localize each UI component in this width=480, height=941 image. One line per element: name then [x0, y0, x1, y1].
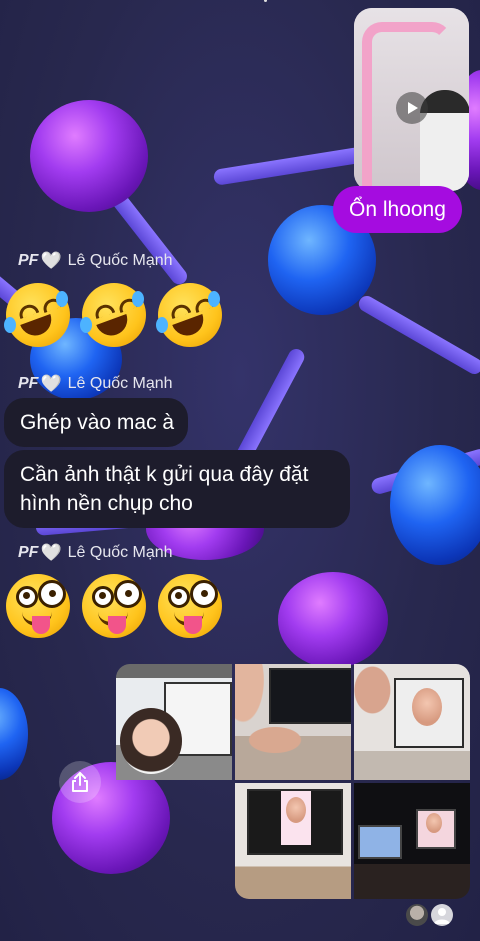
sender-prefix: PF	[18, 544, 39, 561]
outgoing-message-bubble[interactable]: Ổn lhoong	[333, 186, 462, 233]
zany-face-emoji-icon	[158, 574, 222, 638]
sender-label: PF 🤍 Lê Quốc Mạnh	[18, 251, 173, 271]
rofl-emoji-icon	[80, 283, 146, 347]
photo-tile-2[interactable]	[235, 664, 351, 780]
emoji-message[interactable]	[4, 283, 222, 347]
heart-icon: 🤍	[40, 251, 62, 270]
lollipop-candy	[390, 445, 480, 565]
zany-face-emoji-icon	[6, 574, 70, 638]
rofl-emoji-icon	[156, 283, 222, 347]
lollipop-candy	[0, 688, 28, 780]
lollipop-stick	[356, 293, 480, 377]
default-avatar-icon[interactable]	[431, 904, 453, 926]
emoji-message[interactable]	[6, 574, 222, 638]
sender-label: PF 🤍 Lê Quốc Mạnh	[18, 374, 173, 394]
share-icon[interactable]	[59, 761, 101, 803]
photo-tile-4[interactable]	[235, 783, 351, 899]
rofl-emoji-icon	[4, 283, 70, 347]
zany-face-emoji-icon	[82, 574, 146, 638]
lollipop-stick	[212, 146, 364, 186]
heart-icon: 🤍	[40, 543, 62, 562]
play-icon[interactable]	[396, 92, 428, 124]
incoming-message-bubble[interactable]: Cần ảnh thật k gửi qua đây đặt hình nền …	[4, 450, 350, 528]
photo-tile-1[interactable]	[116, 664, 232, 780]
sender-prefix: PF	[18, 252, 39, 269]
sender-name: Lê Quốc Mạnh	[67, 252, 173, 269]
photo-tile-5[interactable]	[354, 783, 470, 899]
photo-grid	[116, 664, 470, 901]
incoming-message-bubble[interactable]: Ghép vào mac à	[4, 398, 189, 447]
lollipop-candy	[30, 100, 148, 212]
sender-name: Lê Quốc Mạnh	[67, 375, 173, 392]
video-message-thumbnail[interactable]	[354, 8, 469, 191]
lollipop-candy	[278, 572, 388, 668]
sender-name: Lê Quốc Mạnh	[67, 544, 173, 561]
sender-label: PF 🤍 Lê Quốc Mạnh	[18, 543, 173, 563]
sender-prefix: PF	[18, 375, 39, 392]
photo-tile-3[interactable]	[354, 664, 470, 780]
heart-icon: 🤍	[40, 374, 62, 393]
seen-avatar-photo[interactable]	[406, 904, 428, 926]
